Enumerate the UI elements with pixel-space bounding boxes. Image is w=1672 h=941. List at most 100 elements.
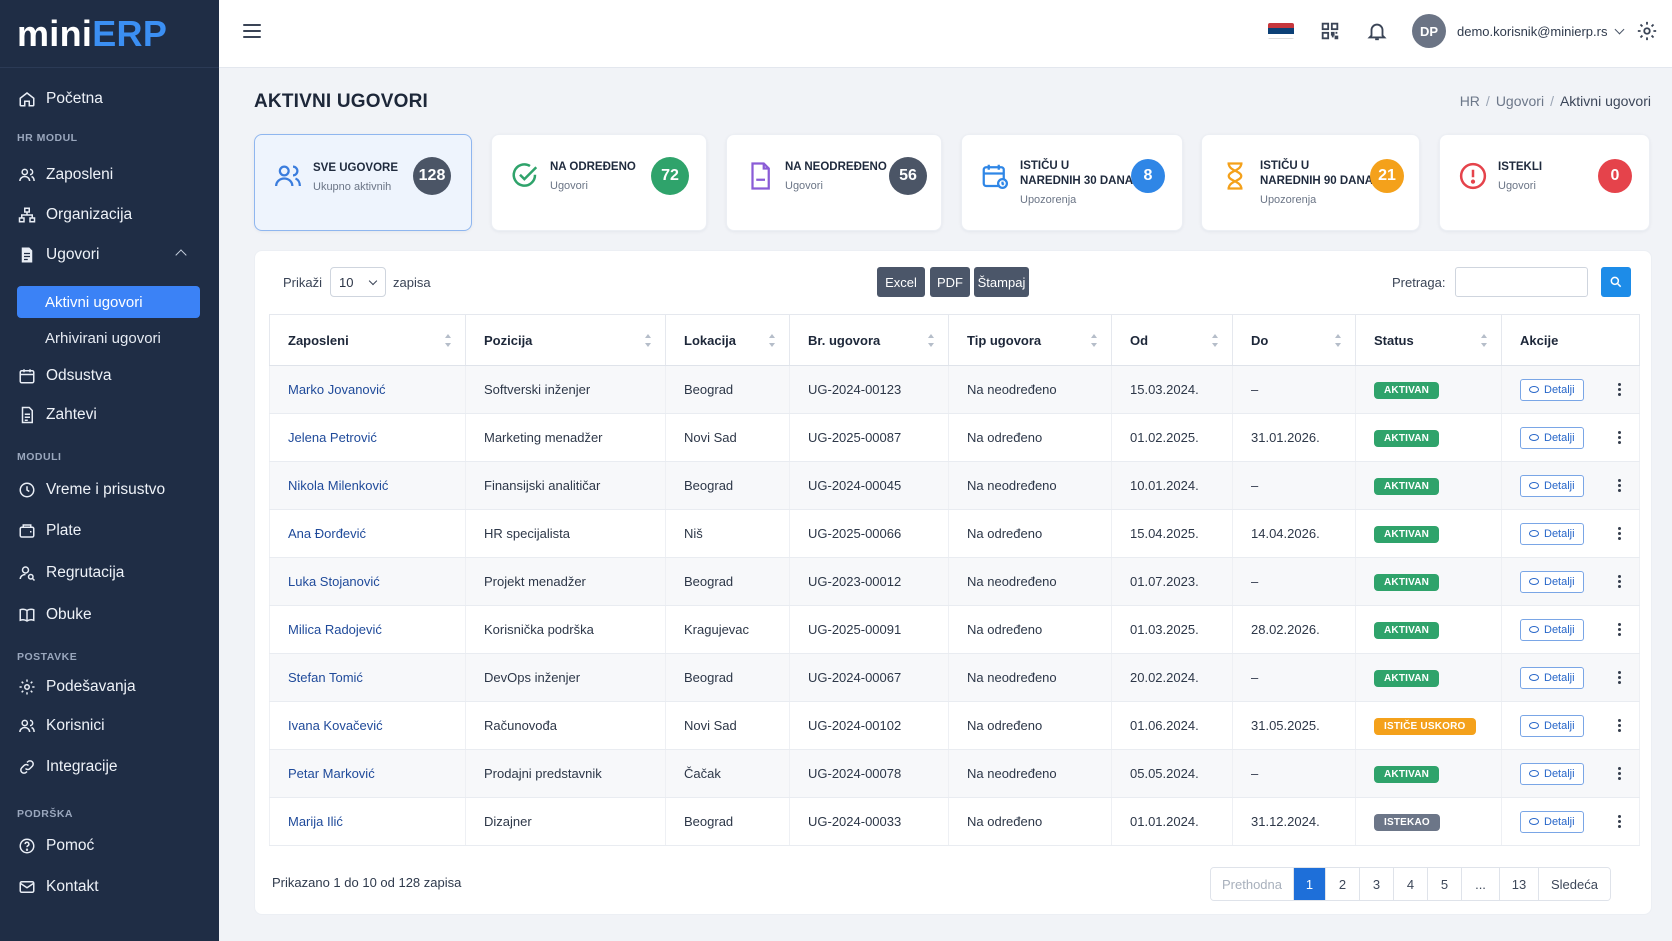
pdf-button[interactable]: PDF [930,267,970,297]
pagination-page-13[interactable]: 13 [1500,868,1539,900]
sidebar-item-arhivirani-ugovori[interactable]: Arhivirani ugovori [17,322,200,354]
sidebar-item-zaposleni[interactable]: Zaposleni [0,157,219,193]
employee-link[interactable]: Marija Ilić [288,814,343,829]
more-actions-icon[interactable] [1617,621,1622,638]
language-flag-icon[interactable] [1268,23,1294,39]
cell-contract-number: UG-2024-00033 [789,797,949,846]
pagination-prev[interactable]: Prethodna [1211,868,1294,900]
sidebar-item-zahtevi[interactable]: Zahtevi [0,397,219,433]
sidebar-item-aktivni-ugovori[interactable]: Aktivni ugovori [17,286,200,318]
more-actions-icon[interactable] [1617,477,1622,494]
pagination-page-2[interactable]: 2 [1326,868,1360,900]
sidebar-item-organizacija[interactable]: Organizacija [0,197,219,233]
details-button[interactable]: Detalji [1520,714,1584,737]
column-header-br-ugovora[interactable]: Br. ugovora [789,314,949,366]
more-actions-icon[interactable] [1617,765,1622,782]
details-button[interactable]: Detalji [1520,810,1584,833]
column-header-pozicija[interactable]: Pozicija [465,314,666,366]
sidebar-item-kontakt[interactable]: Kontakt [0,869,219,905]
employee-link[interactable]: Marko Jovanović [288,382,386,397]
menu-toggle-icon[interactable] [243,24,261,40]
employee-link[interactable]: Luka Stojanović [288,574,380,589]
stat-card-na-neodredjeno[interactable]: NA NEODREĐENO Ugovori 56 [726,134,942,231]
chevron-down-icon[interactable] [1614,24,1625,35]
more-actions-icon[interactable] [1617,717,1622,734]
logo[interactable]: mini ERP [0,0,219,68]
pagination-page-3[interactable]: 3 [1360,868,1394,900]
stat-card-na-odredjeno[interactable]: NA ODREĐENO Ugovori 72 [491,134,707,231]
page-size-select[interactable]: 10 [330,267,386,297]
details-button[interactable]: Detalji [1520,426,1584,449]
sidebar-item-pomoc[interactable]: Pomoć [0,828,219,864]
sidebar-item-integracije[interactable]: Integracije [0,749,219,785]
column-header-do[interactable]: Do [1232,314,1356,366]
stat-card-sve-ugovore[interactable]: SVE UGOVORE Ukupno aktivnih 128 [254,134,472,231]
column-header-lokacija[interactable]: Lokacija [665,314,790,366]
cell-from: 01.06.2024. [1111,701,1233,750]
details-label: Detalji [1544,479,1575,492]
sidebar-item-odsustva[interactable]: Odsustva [0,358,219,394]
employee-link[interactable]: Jelena Petrović [288,430,377,445]
more-actions-icon[interactable] [1617,525,1622,542]
stat-card-istekli[interactable]: ISTEKLI Ugovori 0 [1439,134,1650,231]
column-header-zaposleni[interactable]: Zaposleni [269,314,466,366]
eye-icon [1529,386,1539,393]
card-title: SVE UGOVORE [313,162,398,174]
more-actions-icon[interactable] [1617,573,1622,590]
sidebar-item-korisnici[interactable]: Korisnici [0,708,219,744]
bell-icon[interactable] [1366,20,1388,42]
employee-link[interactable]: Ana Đorđević [288,526,366,541]
sort-icon [1481,334,1487,347]
cell-status: ISTIČE USKORO [1355,701,1502,750]
details-button[interactable]: Detalji [1520,762,1584,785]
column-header-od[interactable]: Od [1111,314,1233,366]
excel-button[interactable]: Excel [877,267,925,297]
details-button[interactable]: Detalji [1520,474,1584,497]
employee-link[interactable]: Petar Marković [288,766,375,781]
details-button[interactable]: Detalji [1520,618,1584,641]
card-subtitle: Ugovori [1498,180,1536,192]
search-button[interactable] [1601,267,1631,297]
employee-link[interactable]: Nikola Milenković [288,478,388,493]
gear-icon[interactable] [1636,20,1658,42]
avatar[interactable]: DP [1412,14,1446,48]
employee-link[interactable]: Milica Radojević [288,622,382,637]
pagination-next[interactable]: Sledeća [1539,868,1610,900]
more-actions-icon[interactable] [1617,381,1622,398]
pagination-page-5[interactable]: 5 [1428,868,1462,900]
print-button[interactable]: Štampaj [974,267,1029,297]
sidebar-item-ugovori[interactable]: Ugovori [0,237,219,273]
apps-grid-icon[interactable] [1319,20,1341,42]
table-row: Petar Marković Prodajni predstavnik Čačak U… [269,749,1640,798]
pagination-page-4[interactable]: 4 [1394,868,1428,900]
employee-link[interactable]: Stefan Tomić [288,670,363,685]
stat-card-isticu-30[interactable]: ISTIČU U NAREDNIH 30 DANA Upozorenja 8 [961,134,1183,231]
book-icon [18,606,36,624]
sidebar-item-home[interactable]: Početna [0,81,219,117]
sidebar-item-label: Regrutacija [46,564,125,581]
details-button[interactable]: Detalji [1520,378,1584,401]
sidebar-item-regrutacija[interactable]: Regrutacija [0,555,219,591]
user-email[interactable]: demo.korisnik@minierp.rs [1457,24,1607,39]
details-button[interactable]: Detalji [1520,666,1584,689]
pagination-page-1[interactable]: 1 [1294,868,1326,900]
sidebar-item-plate[interactable]: Plate [0,513,219,549]
details-button[interactable]: Detalji [1520,570,1584,593]
employee-link[interactable]: Ivana Kovačević [288,718,383,733]
breadcrumb-ugovori[interactable]: Ugovori [1496,93,1544,109]
column-header-tip-ugovora[interactable]: Tip ugovora [948,314,1112,366]
column-header-status[interactable]: Status [1355,314,1502,366]
sidebar-item-label: Podešavanja [46,678,136,695]
details-button[interactable]: Detalji [1520,522,1584,545]
table-row: Milica Radojević Korisnička podrška Kraguj… [269,605,1640,654]
logo-text-mini: mini [17,12,93,54]
sidebar-item-podesavanja[interactable]: Podešavanja [0,669,219,705]
more-actions-icon[interactable] [1617,813,1622,830]
more-actions-icon[interactable] [1617,429,1622,446]
more-actions-icon[interactable] [1617,669,1622,686]
sidebar-item-obuke[interactable]: Obuke [0,597,219,633]
breadcrumb-hr[interactable]: HR [1460,93,1480,109]
sidebar-item-vreme[interactable]: Vreme i prisustvo [0,472,219,508]
search-input[interactable] [1455,267,1588,297]
stat-card-isticu-90[interactable]: ISTIČU U NAREDNIH 90 DANA Upozorenja 21 [1201,134,1420,231]
